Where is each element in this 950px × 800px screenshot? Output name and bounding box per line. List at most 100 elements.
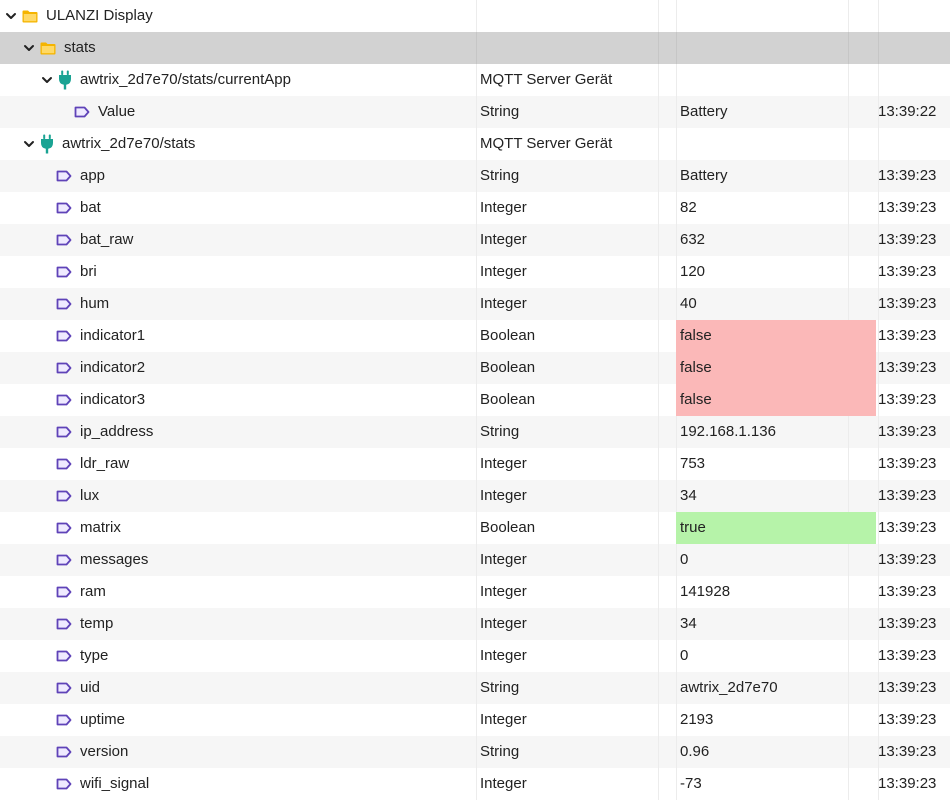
object-value[interactable]: 2193 [676, 704, 876, 736]
state-row[interactable]: ram Integer 141928 13:39:23 [0, 576, 950, 608]
object-name: Value [98, 103, 136, 120]
object-value[interactable]: 192.168.1.136 [676, 416, 876, 448]
state-row[interactable]: hum Integer 40 13:39:23 [0, 288, 950, 320]
object-timestamp: 13:39:23 [878, 551, 937, 568]
object-name-cell: lux [0, 480, 532, 512]
object-value[interactable] [676, 128, 876, 160]
object-value[interactable]: false [676, 320, 876, 352]
object-name-cell: uptime [0, 704, 532, 736]
object-timestamp: 13:39:23 [878, 743, 937, 760]
object-value[interactable]: awtrix_2d7e70 [676, 672, 876, 704]
state-row[interactable]: bri Integer 120 13:39:23 [0, 256, 950, 288]
chevron-down-icon[interactable] [4, 9, 18, 23]
object-type: Integer [480, 775, 527, 792]
object-value[interactable]: 120 [676, 256, 876, 288]
device-row[interactable]: awtrix_2d7e70/stats MQTT Server Gerät [0, 128, 950, 160]
object-value[interactable]: false [676, 384, 876, 416]
object-value[interactable]: 632 [676, 224, 876, 256]
state-row[interactable]: messages Integer 0 13:39:23 [0, 544, 950, 576]
object-value[interactable]: Battery [676, 160, 876, 192]
state-row[interactable]: bat_raw Integer 632 13:39:23 [0, 224, 950, 256]
object-name: version [80, 743, 129, 760]
object-value[interactable] [676, 64, 876, 96]
state-tag-icon [56, 170, 72, 182]
object-timestamp [878, 0, 950, 32]
state-row[interactable]: ip_address String 192.168.1.136 13:39:23 [0, 416, 950, 448]
state-row[interactable]: version String 0.96 13:39:23 [0, 736, 950, 768]
state-tag-icon [56, 522, 72, 534]
folder-row[interactable]: ULANZI Display [0, 0, 950, 32]
state-row[interactable]: indicator1 Boolean false 13:39:23 [0, 320, 950, 352]
object-type: MQTT Server Gerät [480, 135, 613, 152]
object-name: app [80, 167, 106, 184]
object-value[interactable]: 0.96 [676, 736, 876, 768]
state-tag-icon [56, 426, 72, 438]
state-row[interactable]: Value String Battery 13:39:22 [0, 96, 950, 128]
object-name: ram [80, 583, 106, 600]
object-type: Integer [480, 615, 527, 632]
chevron-down-icon[interactable] [22, 41, 36, 55]
state-row[interactable]: lux Integer 34 13:39:23 [0, 480, 950, 512]
object-name-cell: type [0, 640, 532, 672]
state-tag-icon [56, 298, 72, 310]
object-name: bri [80, 263, 97, 280]
object-type: Integer [480, 231, 527, 248]
state-row[interactable]: ldr_raw Integer 753 13:39:23 [0, 448, 950, 480]
object-name: hum [80, 295, 110, 312]
object-value[interactable]: Battery [676, 96, 876, 128]
object-type: Integer [480, 711, 527, 728]
object-name: uptime [80, 711, 126, 728]
state-row[interactable]: bat Integer 82 13:39:23 [0, 192, 950, 224]
state-row[interactable]: indicator2 Boolean false 13:39:23 [0, 352, 950, 384]
object-type: Integer [480, 583, 527, 600]
object-type: Boolean [480, 519, 536, 536]
object-timestamp: 13:39:23 [878, 455, 937, 472]
chevron-down-icon[interactable] [22, 137, 36, 151]
object-timestamp: 13:39:22 [878, 103, 937, 120]
object-type: Boolean [480, 327, 536, 344]
state-tag-icon [56, 234, 72, 246]
state-tag-icon [56, 458, 72, 470]
chevron-down-icon[interactable] [40, 73, 54, 87]
plug-icon [58, 70, 72, 90]
state-row[interactable]: indicator3 Boolean false 13:39:23 [0, 384, 950, 416]
object-name: wifi_signal [80, 775, 150, 792]
state-row[interactable]: type Integer 0 13:39:23 [0, 640, 950, 672]
object-value[interactable]: true [676, 512, 876, 544]
state-tag-icon [56, 682, 72, 694]
object-value[interactable]: false [676, 352, 876, 384]
object-name-cell: temp [0, 608, 532, 640]
object-name-cell: matrix [0, 512, 532, 544]
object-timestamp: 13:39:23 [878, 423, 937, 440]
state-row[interactable]: matrix Boolean true 13:39:23 [0, 512, 950, 544]
object-timestamp: 13:39:23 [878, 615, 937, 632]
object-value[interactable] [676, 32, 876, 64]
state-row[interactable]: temp Integer 34 13:39:23 [0, 608, 950, 640]
state-row[interactable]: uptime Integer 2193 13:39:23 [0, 704, 950, 736]
object-name: lux [80, 487, 100, 504]
state-row[interactable]: app String Battery 13:39:23 [0, 160, 950, 192]
object-value[interactable]: 82 [676, 192, 876, 224]
state-row[interactable]: wifi_signal Integer -73 13:39:23 [0, 768, 950, 800]
object-value[interactable]: 753 [676, 448, 876, 480]
state-tag-icon [56, 650, 72, 662]
object-value[interactable]: 34 [676, 480, 876, 512]
object-value[interactable]: 0 [676, 544, 876, 576]
object-name-cell: ram [0, 576, 532, 608]
object-value[interactable]: -73 [676, 768, 876, 800]
object-value[interactable] [676, 0, 876, 32]
folder-row[interactable]: stats [0, 32, 950, 64]
object-name: bat [80, 199, 101, 216]
state-tag-icon [56, 586, 72, 598]
object-value[interactable]: 0 [676, 640, 876, 672]
object-timestamp: 13:39:23 [878, 167, 937, 184]
state-row[interactable]: uid String awtrix_2d7e70 13:39:23 [0, 672, 950, 704]
object-name-cell: messages [0, 544, 532, 576]
object-value[interactable]: 141928 [676, 576, 876, 608]
object-value[interactable]: 34 [676, 608, 876, 640]
object-timestamp: 13:39:23 [878, 679, 937, 696]
object-name-cell: ldr_raw [0, 448, 532, 480]
device-row[interactable]: awtrix_2d7e70/stats/currentApp MQTT Serve… [0, 64, 950, 96]
object-timestamp: 13:39:23 [878, 583, 937, 600]
object-value[interactable]: 40 [676, 288, 876, 320]
